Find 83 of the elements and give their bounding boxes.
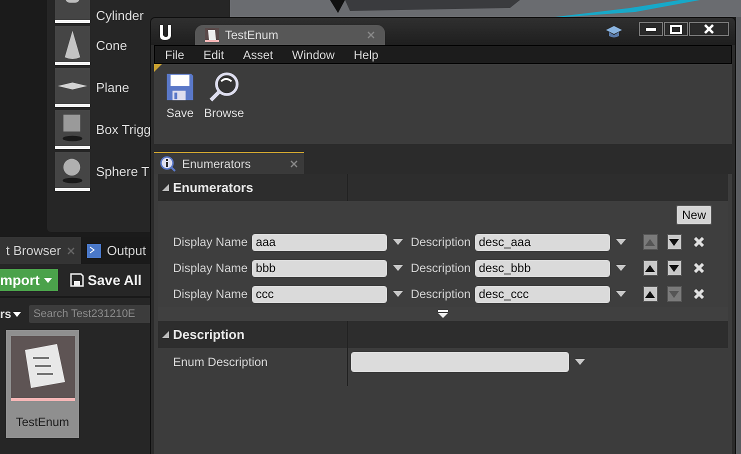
document-tab[interactable]: TestEnum xyxy=(195,25,385,45)
browse-button[interactable]: Browse xyxy=(204,72,244,120)
actor-label: Sphere T xyxy=(96,164,150,179)
terminal-icon xyxy=(86,244,101,258)
minimize-icon xyxy=(646,28,656,30)
section-title: Description xyxy=(173,327,245,342)
down-triangle-icon xyxy=(669,264,680,272)
actor-label: Cylinder xyxy=(96,9,144,23)
dropdown-caret-icon[interactable] xyxy=(392,291,403,297)
menu-item[interactable]: Edit xyxy=(193,48,234,62)
display-name-field[interactable]: aaa xyxy=(252,234,387,250)
menu-item[interactable]: Help xyxy=(344,48,388,62)
search-field[interactable]: Search Test231210E xyxy=(29,305,150,323)
delete-icon[interactable] xyxy=(694,263,704,273)
info-magnifier-icon xyxy=(160,156,176,172)
down-triangle-icon xyxy=(669,290,680,298)
close-button[interactable] xyxy=(689,22,729,36)
section-header[interactable]: Description xyxy=(158,321,728,348)
up-triangle-icon xyxy=(645,264,656,272)
field-label: Description xyxy=(410,235,471,249)
move-up-button[interactable] xyxy=(642,286,658,302)
actor-label: Box Trigg xyxy=(96,122,151,137)
property-label: Enum Description xyxy=(173,355,268,369)
plane-thumbnail-icon[interactable] xyxy=(55,68,90,107)
actor-label: Cone xyxy=(96,38,128,53)
description-field[interactable]: desc_ccc xyxy=(474,286,610,302)
details-tab[interactable]: Enumerators xyxy=(154,152,304,174)
section-title: Enumerators xyxy=(173,180,254,195)
dropdown-caret-icon[interactable] xyxy=(616,265,626,271)
maximize-icon xyxy=(670,24,682,34)
menu-item[interactable]: Asset xyxy=(233,48,282,62)
move-up-button[interactable] xyxy=(642,260,658,276)
delete-icon[interactable] xyxy=(694,237,704,247)
field-label: Display Name xyxy=(173,287,248,301)
corner-triangle-icon xyxy=(154,64,162,72)
field-label: Display Name xyxy=(173,235,248,249)
field-label: Description xyxy=(410,261,471,275)
collapse-triangle-icon[interactable] xyxy=(162,331,169,338)
dropdown-caret-icon[interactable] xyxy=(616,239,626,245)
sphere-thumbnail-icon[interactable] xyxy=(55,152,90,191)
new-button[interactable]: New xyxy=(676,205,712,225)
dropdown-caret-icon[interactable] xyxy=(575,359,585,365)
move-down-button[interactable] xyxy=(666,234,682,250)
move-down-button[interactable] xyxy=(666,260,682,276)
filters-button[interactable]: rs xyxy=(0,307,22,321)
display-name-field[interactable]: ccc xyxy=(252,286,387,302)
maximize-button[interactable] xyxy=(664,22,688,36)
field-label: Description xyxy=(410,287,471,301)
close-icon[interactable] xyxy=(290,160,298,168)
graduation-cap-icon[interactable] xyxy=(606,25,622,39)
asset-label: TestEnum xyxy=(16,415,70,429)
actor-label: Plane xyxy=(96,80,130,95)
menu-item[interactable]: Window xyxy=(282,48,344,62)
dropdown-caret-icon[interactable] xyxy=(616,291,626,297)
panel-tab[interactable]: Output xyxy=(80,237,152,264)
save-all-button[interactable]: Save All xyxy=(64,271,148,289)
enum-document-icon xyxy=(10,336,74,401)
up-triangle-icon xyxy=(645,238,656,246)
save-button[interactable]: Save xyxy=(164,72,196,120)
description-field[interactable]: desc_bbb xyxy=(474,260,610,276)
up-triangle-icon xyxy=(645,290,656,298)
caret-icon xyxy=(13,312,22,316)
box-thumbnail-icon[interactable] xyxy=(55,110,90,149)
minimize-button[interactable] xyxy=(639,22,663,36)
cone-thumbnail-icon[interactable] xyxy=(55,26,90,65)
panel-tab[interactable]: t Browser xyxy=(0,237,81,264)
down-triangle-icon xyxy=(669,238,680,246)
delete-icon[interactable] xyxy=(694,289,704,299)
dropdown-caret-icon[interactable] xyxy=(392,265,403,271)
asset-tile[interactable]: TestEnum xyxy=(6,330,79,438)
magnifier-icon xyxy=(208,72,240,102)
section-header[interactable]: Enumerators xyxy=(158,174,728,201)
enum-description-field[interactable] xyxy=(351,352,569,372)
collapse-triangle-icon[interactable] xyxy=(162,184,169,191)
display-name-field[interactable]: bbb xyxy=(252,260,387,276)
expand-icon[interactable] xyxy=(438,310,448,318)
dropdown-caret-icon[interactable] xyxy=(392,239,403,245)
description-field[interactable]: desc_aaa xyxy=(474,234,610,250)
menu-item[interactable]: File xyxy=(155,48,194,62)
close-icon xyxy=(704,24,714,34)
field-label: Display Name xyxy=(173,261,248,275)
document-icon xyxy=(205,28,219,42)
caret-icon xyxy=(44,278,52,282)
